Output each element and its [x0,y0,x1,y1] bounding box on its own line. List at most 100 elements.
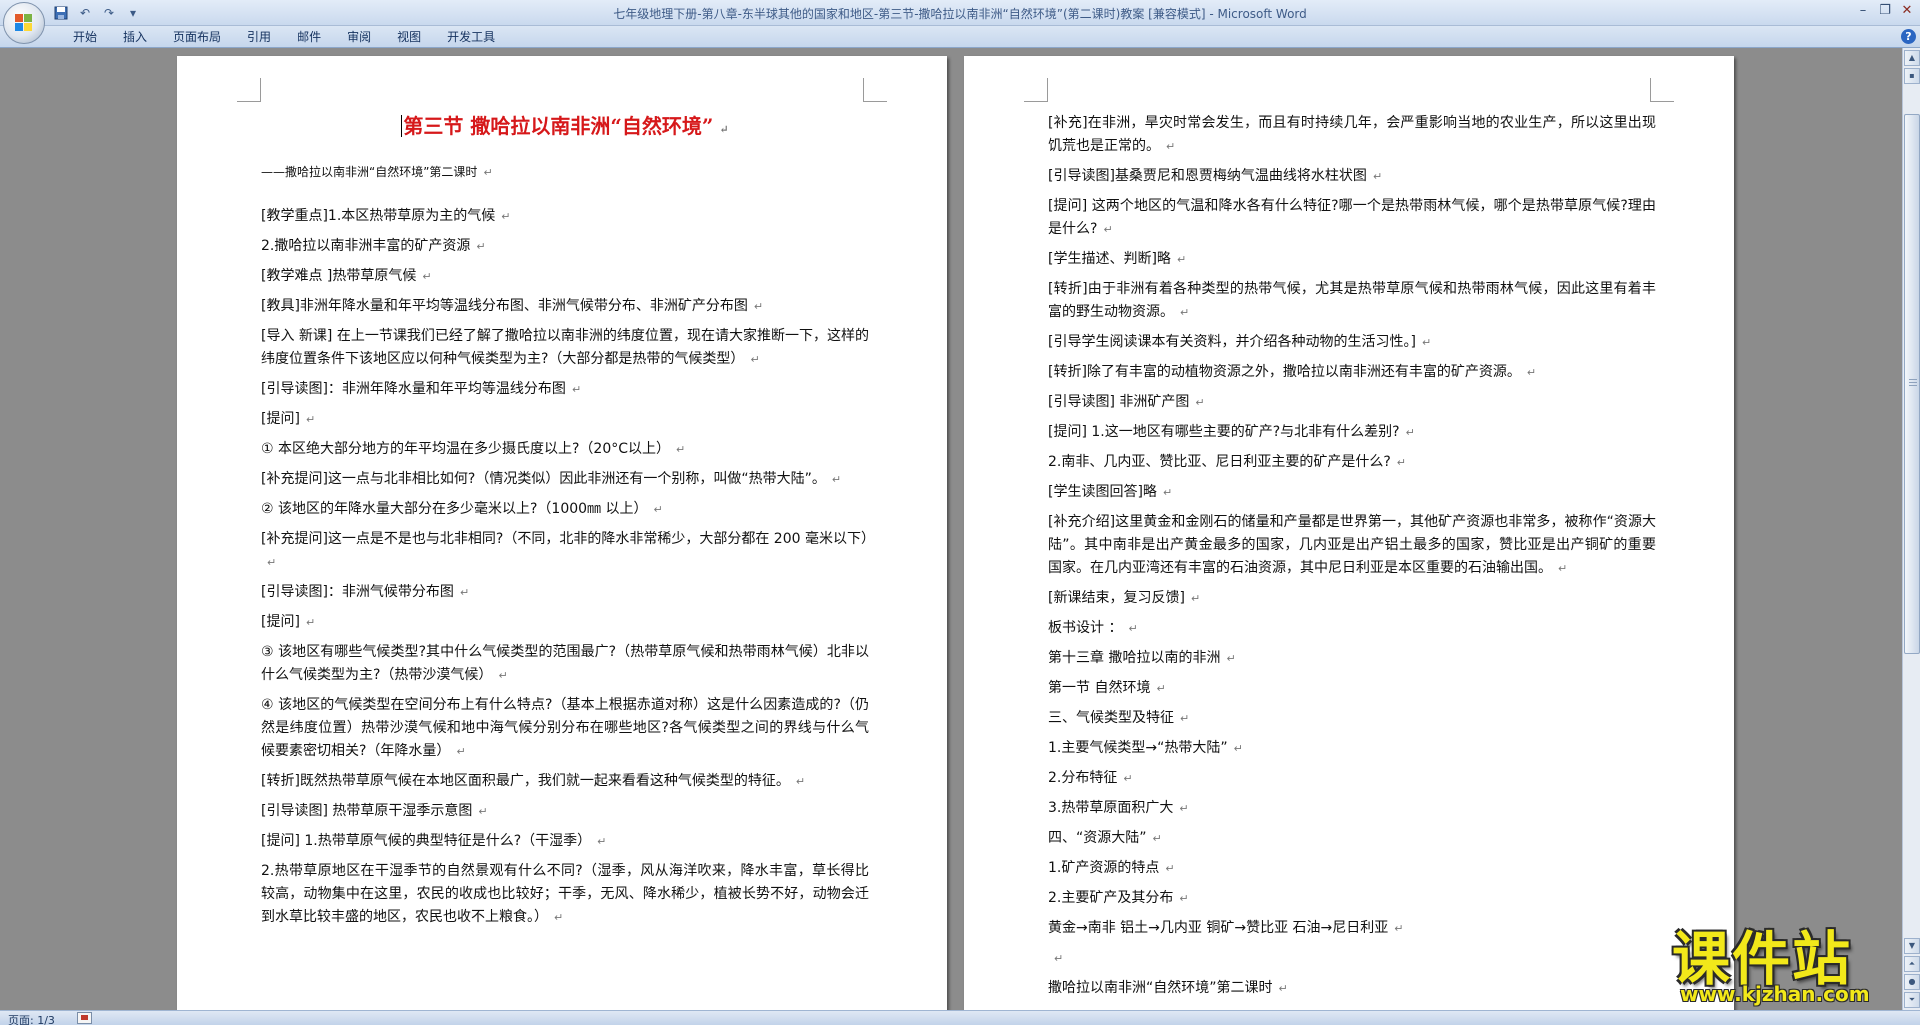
paragraph-mark-icon: ↵ [831,473,842,486]
paragraph-text: [转折]由于非洲有着各种类型的热带气候，尤其是热带草原气候和热带雨林气候，因此这… [1048,281,1656,320]
paragraph-text: 2.撒哈拉以南非洲丰富的矿产资源 [261,238,471,254]
paragraph-text: 2.南非、几内亚、赞比亚、尼日利亚主要的矿产是什么? [1048,454,1391,470]
paragraph-text: 撒哈拉以南非洲“自然环境”第二课时 [1048,980,1273,996]
page-1[interactable]: 第三节 撒哈拉以南非洲“自然环境” ↵ ——撒哈拉以南非洲“自然环境”第二课时 ↵ … [177,56,947,1010]
paragraph-mark-icon: ↵ [1152,832,1162,845]
paragraph-mark-icon: ↵ [1226,652,1236,665]
paragraph-text: [引导读图]：非洲气候带分布图 [261,584,454,600]
paragraph-mark-icon: ↵ [422,270,432,283]
paragraph: [引导读图]：非洲气候带分布图 ↵ [261,581,869,604]
paragraph-mark-icon: ↵ [1180,306,1190,319]
tab-home[interactable]: 开始 [60,29,110,45]
paragraph-mark-icon: ↵ [554,911,564,924]
paragraph: [学生描述、判断]略 ↵ [1048,248,1656,271]
paragraph: ③ 该地区有哪些气候类型?其中什么气候类型的范围最广?（热带草原气候和热带雨林气… [261,641,869,687]
paragraph-mark-icon: ↵ [753,300,764,313]
paragraph: 1.矿产资源的特点 ↵ [1048,857,1656,880]
paragraph-mark-icon: ↵ [1166,140,1176,153]
paragraph: [教具]非洲年降水量和年平均等温线分布图、非洲气候带分布、非洲矿产分布图 ↵ [261,295,869,318]
paragraph-mark-icon: ↵ [1278,982,1288,995]
paragraph-text: [引导读图] 非洲矿产图 [1048,394,1190,410]
page-1-paragraphs: [教学重点]1.本区热带草原为主的气候 ↵ 2.撒哈拉以南非洲丰富的矿产资源 ↵ [教学… [261,205,875,929]
paragraph-text: [补充提问]这一点是不是也与北非相同?（不同，北非的降水非常稀少，大部分都在 2… [261,531,875,547]
paragraph-text: ① 本区绝大部分地方的年平均温在多少摄氏度以上?（20°C以上） [261,441,671,457]
title-bar: ↶ ↷ ▾ 七年级地理下册-第八章-东半球其他的国家和地区-第三节-撒哈拉以南非… [0,0,1920,44]
tab-page-layout[interactable]: 页面布局 [160,29,234,45]
page-1-text[interactable]: 第三节 撒哈拉以南非洲“自然环境” ↵ ——撒哈拉以南非洲“自然环境”第二课时 ↵ … [261,112,875,936]
paragraph: [新课结束，复习反馈] ↵ [1048,587,1656,610]
proofing-icon[interactable] [77,1012,92,1024]
paragraph-mark-icon: ↵ [653,503,663,516]
paragraph-text: [引导学生阅读课本有关资料，并介绍各种动物的生活习性。] [1048,334,1416,350]
help-icon[interactable]: ? [1901,29,1916,44]
paragraph: [引导读图] 热带草原干湿季示意图 ↵ [261,800,869,823]
tab-insert[interactable]: 插入 [110,29,160,45]
ribbon-tabs: 开始 插入 页面布局 引用 邮件 审阅 视图 开发工具 [60,29,508,45]
scrollbar-thumb[interactable] [1904,114,1920,654]
paragraph: 四、“资源大陆” ↵ [1048,827,1656,850]
crop-mark [1650,78,1674,102]
paragraph: [引导读图]基桑贾尼和恩贾梅纳气温曲线将水柱状图 ↵ [1048,165,1656,188]
document-subtitle: ——撒哈拉以南非洲“自然环境”第二课时 ↵ [261,165,493,179]
paragraph: [引导学生阅读课本有关资料，并介绍各种动物的生活习性。] ↵ [1048,331,1656,354]
office-button[interactable] [3,2,45,44]
paragraph-mark-icon: ↵ [1103,223,1113,236]
paragraph-text: ③ 该地区有哪些气候类型?其中什么气候类型的范围最广?（热带草原气候和热带雨林气… [261,644,869,683]
paragraph: [引导读图]：非洲年降水量和年平均等温线分布图 ↵ [261,378,869,401]
document-area[interactable]: 第三节 撒哈拉以南非洲“自然环境” ↵ ——撒哈拉以南非洲“自然环境”第二课时 ↵ … [0,48,1902,1010]
paragraph-mark-icon: ↵ [1233,742,1243,755]
paragraph: ↵ [1048,947,1656,970]
paragraph-mark-icon: ↵ [498,669,508,682]
tab-references[interactable]: 引用 [234,29,284,45]
tab-view[interactable]: 视图 [384,29,434,45]
paragraph-text: [导入 新课] 在上一节课我们已经了解了撒哈拉以南非洲的纬度位置，现在请大家推断… [261,328,869,367]
crop-mark [863,78,887,102]
paragraph-text: [补充]在非洲，旱灾时常会发生，而且有时持续几年，会严重影响当地的农业生产，所以… [1048,115,1656,154]
window-title: 七年级地理下册-第八章-东半球其他的国家和地区-第三节-撒哈拉以南非洲“自然环境… [613,7,1307,21]
paragraph: [提问] 1.这一地区有哪些主要的矿产?与北非有什么差别? ↵ [1048,421,1656,444]
restore-icon[interactable]: ❐ [1874,1,1896,21]
close-icon[interactable]: ✕ [1896,1,1918,21]
paragraph-mark-icon: ↵ [456,745,466,758]
paragraph-mark-icon: ↵ [476,240,486,253]
paragraph-mark-icon: ↵ [1054,952,1064,965]
page-2-text[interactable]: [补充]在非洲，旱灾时常会发生，而且有时持续几年，会严重影响当地的农业生产，所以… [1048,112,1656,1007]
paragraph: 第十三章 撒哈拉以南的非洲 ↵ [1048,647,1656,670]
ruler-toggle-icon[interactable]: ▪ [1904,68,1920,84]
paragraph: 撒哈拉以南非洲“自然环境”第二课时 ↵ [1048,977,1656,1000]
paragraph-mark-icon: ↵ [1558,562,1568,575]
paragraph: [提问] ↵ [261,408,869,431]
paragraph-text: [新课结束，复习反馈] [1048,590,1185,606]
paragraph: [补充]在非洲，旱灾时常会发生，而且有时持续几年，会严重影响当地的农业生产，所以… [1048,112,1656,158]
page-indicator[interactable]: 页面: 1/3 [8,1012,55,1025]
vertical-scrollbar[interactable]: ▲ ▪ ▼ ⏶ ● ⏷ [1902,48,1920,1010]
paragraph-text: [提问] 这两个地区的气温和降水各有什么特征?哪一个是热带雨林气候，哪个是热带草… [1048,198,1656,237]
paragraph-mark-icon: ↵ [1179,802,1189,815]
paragraph-text: 1.矿产资源的特点 [1048,860,1160,876]
tab-review[interactable]: 审阅 [334,29,384,45]
paragraph-mark-icon: ↵ [1372,170,1383,183]
minimize-icon[interactable]: – [1852,1,1874,21]
paragraph: [教学重点]1.本区热带草原为主的气候 ↵ [261,205,869,228]
tab-mailings[interactable]: 邮件 [284,29,334,45]
paragraph: [提问] ↵ [261,611,869,634]
paragraph-mark-icon: ↵ [676,443,686,456]
paragraph-mark-icon: ↵ [1396,456,1407,469]
paragraph-mark-icon: ↵ [1180,712,1190,725]
paragraph: [教学难点 ]热带草原气候 ↵ [261,265,869,288]
paragraph-mark-icon: ↵ [1165,862,1175,875]
paragraph: ① 本区绝大部分地方的年平均温在多少摄氏度以上?（20°C以上） ↵ [261,438,869,461]
paragraph: 板书设计 ： ↵ [1048,617,1656,640]
scroll-up-icon[interactable]: ▲ [1904,50,1920,66]
page-2[interactable]: [补充]在非洲，旱灾时常会发生，而且有时持续几年，会严重影响当地的农业生产，所以… [964,56,1734,1010]
paragraph: ④ 该地区的气候类型在空间分布上有什么特点?（基本上根据赤道对称）这是什么因素造… [261,694,869,763]
paragraph-text: 三、气候类型及特征 [1048,710,1174,726]
paragraph-mark-icon: ↵ [750,353,760,366]
tab-developer[interactable]: 开发工具 [434,29,508,45]
paragraph-mark-icon: ↵ [795,775,806,788]
paragraph-mark-icon: ↵ [267,556,277,569]
paragraph-text: 第一节 自然环境 [1048,680,1151,696]
paragraph-mark-icon: ↵ [305,616,316,629]
paragraph-text: 2.热带草原地区在干湿季节的自然景观有什么不同?（湿季，风从海洋吹来，降水丰富，… [261,863,869,925]
watermark-logo: 课件站 www.kjzhan.com [1666,912,1920,1010]
